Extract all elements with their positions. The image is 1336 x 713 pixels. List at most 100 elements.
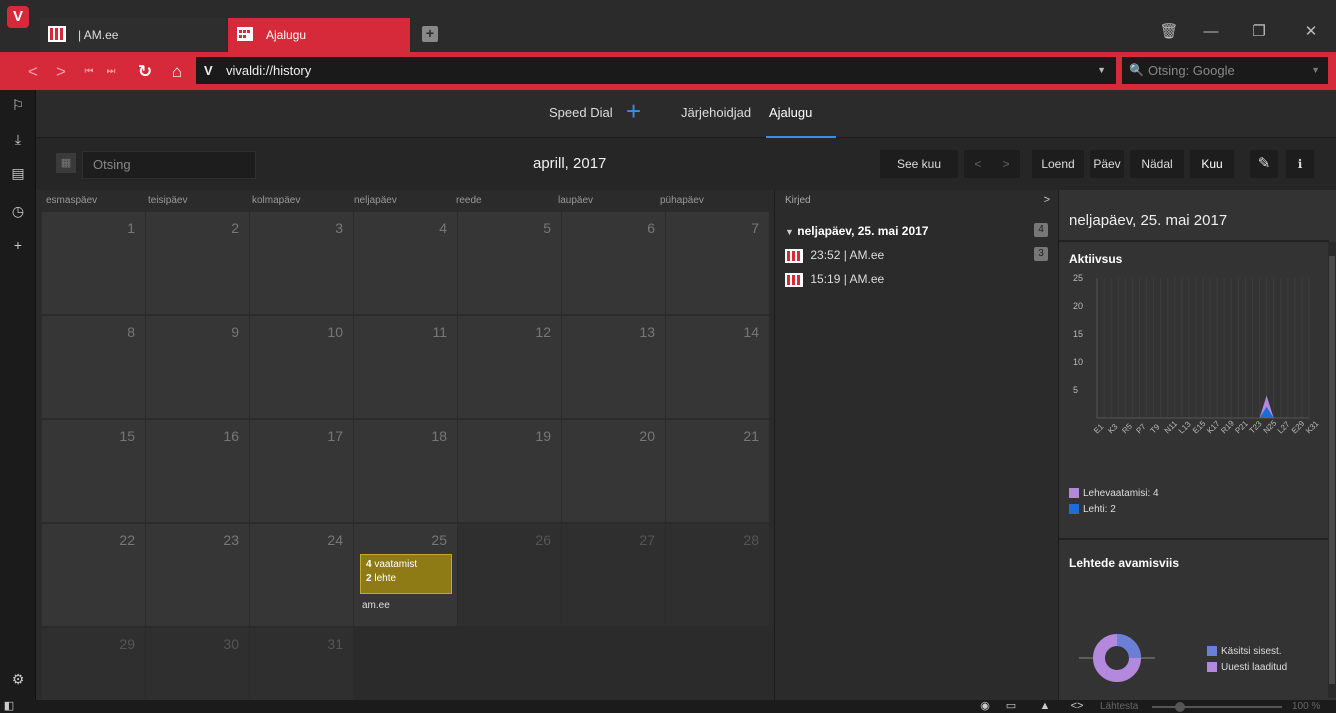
search-icon[interactable]: 🔍: [1129, 57, 1144, 84]
images-icon[interactable]: ▲: [1038, 700, 1052, 713]
weekday-label: reede: [456, 195, 482, 206]
calendar-day[interactable]: 24: [250, 524, 354, 627]
day-number: 14: [743, 324, 759, 340]
zoom-reset-label[interactable]: Lähtesta: [1100, 700, 1138, 713]
view-month-button[interactable]: Kuu: [1190, 150, 1234, 178]
url-field[interactable]: V vivaldi://history ▼: [196, 57, 1116, 84]
visits-count: 4: [366, 559, 372, 570]
trash-icon[interactable]: 🗑: [1154, 18, 1184, 46]
entry-text: 23:52 | AM.ee: [810, 248, 885, 262]
collapse-arrow-icon[interactable]: >: [1044, 194, 1050, 206]
day-number: 15: [119, 428, 135, 444]
calendar-day[interactable]: 12: [458, 316, 562, 419]
tab-history[interactable]: Ajalugu: [228, 18, 410, 52]
view-day-button[interactable]: Päev: [1090, 150, 1124, 178]
page-actions-icon[interactable]: <>: [1070, 700, 1084, 713]
history-panel-icon[interactable]: ◷: [7, 200, 29, 222]
am-ee-favicon-icon: [785, 272, 803, 287]
this-month-button[interactable]: See kuu: [880, 150, 958, 178]
search-dropdown-icon[interactable]: ▼: [1311, 57, 1320, 84]
home-icon[interactable]: ⌂: [166, 61, 188, 83]
x-tick-label: N11: [1163, 419, 1180, 436]
view-week-button[interactable]: Nädal: [1130, 150, 1184, 178]
calendar-day[interactable]: 8: [42, 316, 146, 419]
settings-gear-icon[interactable]: ⚙: [7, 668, 29, 690]
new-tab-button[interactable]: +: [422, 26, 438, 42]
vivaldi-menu-button[interactable]: V: [7, 6, 29, 28]
day-activity-box[interactable]: 4 vaatamist 2 lehte: [360, 554, 452, 594]
back-icon[interactable]: <: [22, 61, 44, 83]
calendar-day[interactable]: 28: [666, 524, 770, 627]
calendar-day[interactable]: 26: [458, 524, 562, 627]
calendar-day[interactable]: 14: [666, 316, 770, 419]
notes-panel-icon[interactable]: ▤: [7, 162, 29, 184]
entries-header: Kirjed: [785, 195, 811, 206]
calendar-day[interactable]: 2: [146, 212, 250, 315]
add-speed-dial-icon[interactable]: +: [626, 98, 641, 124]
info-icon[interactable]: ℹ: [1286, 150, 1314, 178]
month-title: aprill, 2017: [533, 155, 607, 172]
next-period-icon[interactable]: >: [992, 150, 1020, 178]
url-dropdown-icon[interactable]: ▼: [1097, 57, 1106, 84]
broom-icon[interactable]: ✎: [1250, 150, 1278, 178]
capture-icon[interactable]: ◉: [978, 700, 992, 713]
restore-icon[interactable]: ❐: [1244, 18, 1274, 46]
day-number: 13: [639, 324, 655, 340]
forward-icon[interactable]: >: [50, 61, 72, 83]
calendar-day[interactable]: 18: [354, 420, 458, 523]
add-panel-icon[interactable]: +: [7, 234, 29, 256]
grid-icon[interactable]: ▦: [56, 153, 76, 173]
calendar-day[interactable]: 11: [354, 316, 458, 419]
calendar-day[interactable]: 9: [146, 316, 250, 419]
prev-period-icon[interactable]: <: [964, 150, 992, 178]
day-site-link[interactable]: am.ee: [362, 600, 390, 611]
nav-speed-dial[interactable]: Speed Dial: [549, 105, 613, 120]
calendar-day[interactable]: 15: [42, 420, 146, 523]
calendar-day[interactable]: 3: [250, 212, 354, 315]
nav-bookmarks[interactable]: Järjehoidjad: [681, 105, 751, 120]
tile-icon[interactable]: ▭: [1004, 700, 1018, 713]
reload-icon[interactable]: ↻: [134, 61, 156, 83]
calendar-day[interactable]: 25 4 vaatamist 2 lehte am.ee: [354, 524, 458, 627]
calendar-day[interactable]: 22: [42, 524, 146, 627]
zoom-slider-knob[interactable]: [1175, 702, 1185, 712]
tab-am-ee[interactable]: | AM.ee: [40, 18, 226, 52]
url-text: vivaldi://history: [226, 63, 312, 78]
entry-count: 3: [1034, 247, 1048, 261]
calendar-day[interactable]: 5: [458, 212, 562, 315]
calendar-day[interactable]: 23: [146, 524, 250, 627]
x-tick-label: T9: [1149, 422, 1162, 435]
y-tick-label: 10: [1073, 357, 1083, 367]
calendar-day[interactable]: 6: [562, 212, 666, 315]
calendar-day[interactable]: 1: [42, 212, 146, 315]
entry-group-header[interactable]: ▼ neljapäev, 25. mai 2017: [785, 224, 928, 238]
search-engine-placeholder: Otsing: Google: [1148, 63, 1235, 78]
calendar-day[interactable]: 10: [250, 316, 354, 419]
weekday-label: neljapäev: [354, 195, 397, 206]
calendar-day[interactable]: 19: [458, 420, 562, 523]
fast-forward-icon[interactable]: ⏭: [100, 61, 122, 83]
calendar-day[interactable]: 7: [666, 212, 770, 315]
calendar-day[interactable]: 17: [250, 420, 354, 523]
close-icon[interactable]: ✕: [1296, 18, 1326, 46]
rewind-icon[interactable]: ⏮: [78, 61, 100, 83]
panel-toggle-icon[interactable]: ◧: [2, 700, 16, 713]
calendar-day[interactable]: 20: [562, 420, 666, 523]
minimize-icon[interactable]: —: [1196, 18, 1226, 46]
entry-item[interactable]: 23:52 | AM.ee: [785, 248, 884, 263]
stats-scrollbar-thumb[interactable]: [1329, 256, 1335, 684]
downloads-panel-icon[interactable]: ⤓: [7, 128, 29, 150]
calendar-day[interactable]: 27: [562, 524, 666, 627]
calendar-day[interactable]: 21: [666, 420, 770, 523]
search-engine-field[interactable]: 🔍 Otsing: Google ▼: [1122, 57, 1328, 84]
calendar-day[interactable]: 4: [354, 212, 458, 315]
view-list-button[interactable]: Loend: [1032, 150, 1084, 178]
calendar-day[interactable]: 13: [562, 316, 666, 419]
day-number: 12: [535, 324, 551, 340]
zoom-slider[interactable]: [1152, 706, 1282, 708]
bookmarks-panel-icon[interactable]: ⚐: [7, 94, 29, 116]
entry-item[interactable]: 15:19 | AM.ee: [785, 272, 884, 287]
nav-history[interactable]: Ajalugu: [769, 105, 812, 120]
history-search-input[interactable]: Otsing: [82, 151, 256, 179]
calendar-day[interactable]: 16: [146, 420, 250, 523]
